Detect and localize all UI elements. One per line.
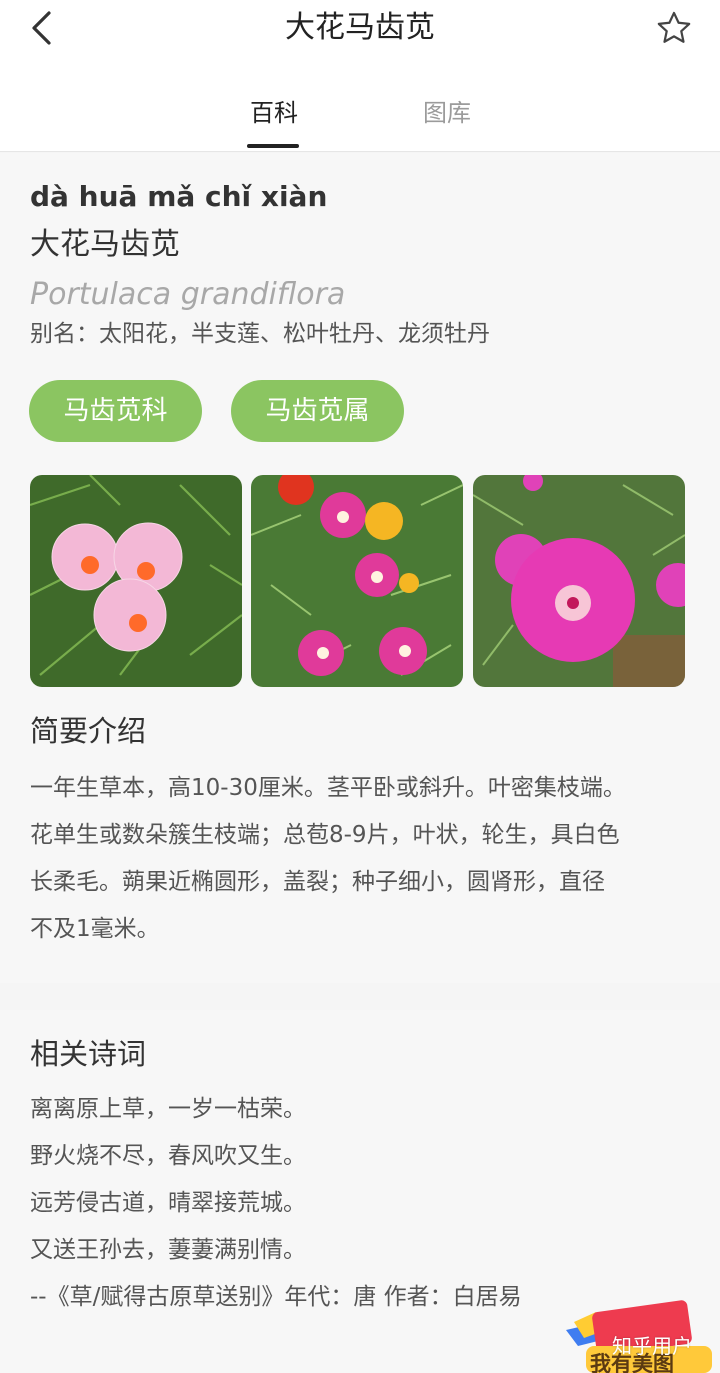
tab-gallery[interactable]: 图库 [392,96,502,130]
favorite-button[interactable] [652,6,696,50]
chevron-left-icon [32,11,51,45]
intro-line: 花单生或数朵簇生枝端；总苞8-9片，叶状，轮生，具白色 [30,822,620,848]
plant-photo-2[interactable] [251,475,463,687]
poem-line: 远芳侵古道，晴翠接荒城。 [30,1190,306,1216]
intro-line: 一年生草本，高10-30厘米。茎平卧或斜升。叶密集枝端。 [30,775,626,801]
top-bar: 大花马齿苋 百科 图库 [0,0,720,152]
plant-latin-name: Portulaca grandiflora [30,277,346,312]
active-tab-indicator [247,144,299,148]
intro-line: 不及1毫米。 [30,916,160,942]
encyclopedia-card: dà huā mǎ chǐ xiàn 大花马齿苋 Portulaca grand… [0,153,720,983]
plant-photo-1[interactable] [30,475,242,687]
tab-bar: 百科 图库 [0,90,720,152]
page-title: 大花马齿苋 [285,10,435,45]
tab-encyclopedia[interactable]: 百科 [219,96,329,130]
intro-heading: 简要介绍 [30,714,147,748]
intro-text: 一年生草本，高10-30厘米。茎平卧或斜升。叶密集枝端。 花单生或数朵簇生枝端；… [30,765,695,953]
poem-source: --《草/赋得古原草送别》年代：唐 作者：白居易 [30,1284,522,1310]
poem-line: 野火烧不尽，春风吹又生。 [30,1143,306,1169]
plant-photo-3[interactable] [473,475,685,687]
plant-name: 大花马齿苋 [30,227,180,262]
family-tag[interactable]: 马齿苋科 [29,380,202,442]
genus-tag[interactable]: 马齿苋属 [231,380,404,442]
poem-line: 离离原上草，一岁一枯荣。 [30,1096,306,1122]
intro-line: 长柔毛。蒴果近椭圆形，盖裂；种子细小，圆肾形，直径 [30,869,605,895]
back-button[interactable] [22,8,62,48]
poem-line: 又送王孙去，萋萋满别情。 [30,1237,306,1263]
plant-alias: 别名：太阳花，半支莲、松叶牡丹、龙须牡丹 [30,321,490,347]
watermark: 知乎用户 [612,1334,692,1358]
star-outline-icon [657,11,691,43]
plant-pinyin: dà huā mǎ chǐ xiàn [30,180,328,213]
poem-heading: 相关诗词 [30,1037,147,1071]
